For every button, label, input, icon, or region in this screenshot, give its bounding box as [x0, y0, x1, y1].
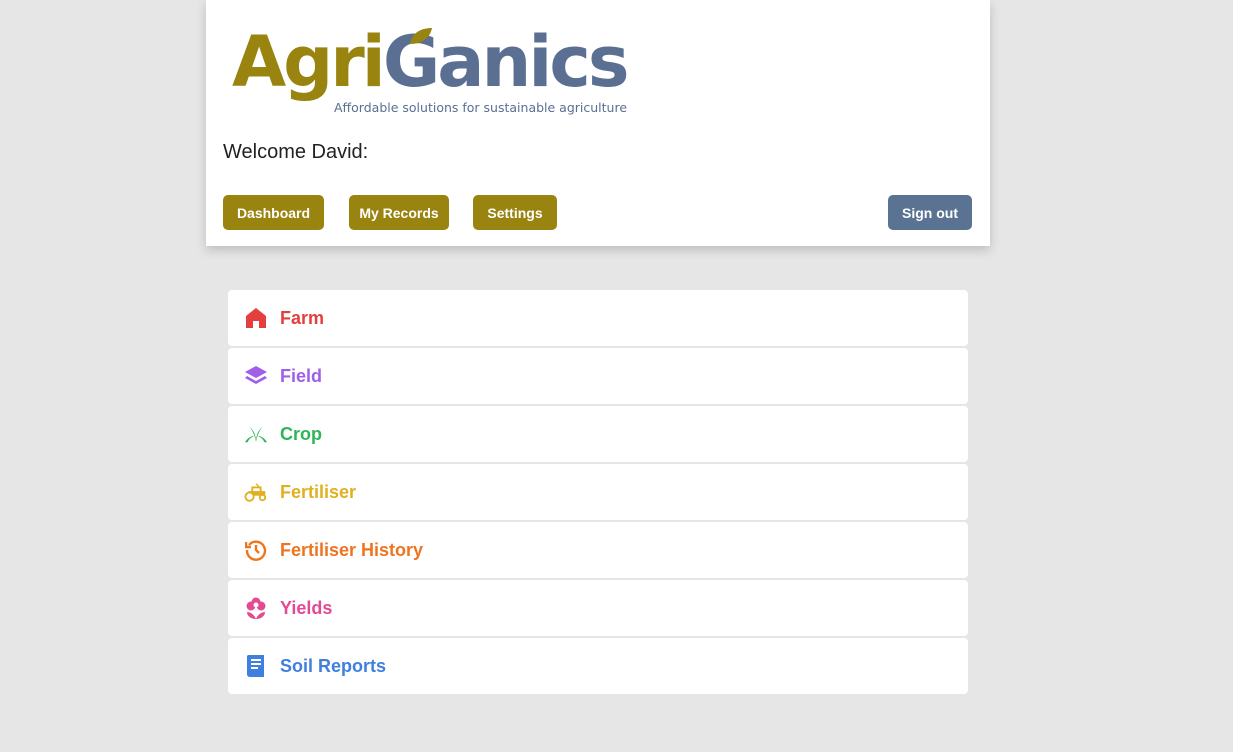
- menu-item-fertiliser[interactable]: Fertiliser: [228, 464, 968, 520]
- menu-label-crop: Crop: [280, 423, 322, 444]
- menu-label-soil-reports: Soil Reports: [280, 655, 387, 676]
- logo-word-agri: Agri: [232, 21, 386, 103]
- menu-label-yields: Yields: [280, 597, 333, 618]
- dashboard-button[interactable]: Dashboard: [223, 195, 324, 230]
- menu-item-fertiliser-history[interactable]: Fertiliser History: [228, 522, 968, 578]
- welcome-message: Welcome David:: [223, 141, 369, 163]
- logo-tagline: Affordable solutions for sustainable agr…: [334, 100, 628, 115]
- layers-icon: [244, 364, 268, 388]
- house-icon: [244, 306, 268, 330]
- report-icon: [244, 654, 268, 678]
- leaf-icon: [410, 28, 432, 44]
- seedling-icon: [244, 422, 268, 446]
- agriganics-logo: AgriGanics Affordable solutions for sust…: [228, 21, 629, 122]
- menu-item-farm[interactable]: Farm: [228, 290, 968, 346]
- menu-label-field: Field: [280, 365, 323, 386]
- menu-item-field[interactable]: Field: [228, 348, 968, 404]
- menu-label-fertiliser: Fertiliser: [280, 481, 357, 502]
- menu-label-fertiliser-history: Fertiliser History: [280, 539, 424, 560]
- flower-icon: [244, 596, 268, 620]
- menu-item-soil-reports[interactable]: Soil Reports: [228, 638, 968, 694]
- menu-item-crop[interactable]: Crop: [228, 406, 968, 462]
- history-icon: [244, 538, 268, 562]
- sign-out-button[interactable]: Sign out: [888, 195, 972, 230]
- tractor-icon: [244, 480, 268, 504]
- my-records-button[interactable]: My Records: [349, 195, 449, 230]
- menu-label-farm: Farm: [280, 307, 325, 328]
- settings-button[interactable]: Settings: [473, 195, 557, 230]
- menu-item-yields[interactable]: Yields: [228, 580, 968, 636]
